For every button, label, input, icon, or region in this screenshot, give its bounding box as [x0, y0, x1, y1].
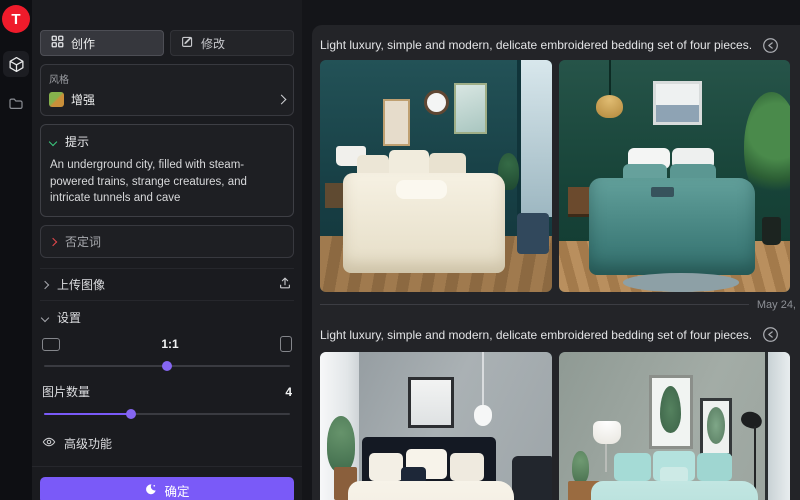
image-count-control: 图片数量 4	[40, 383, 294, 419]
image-count-label: 图片数量	[42, 383, 90, 400]
rail-item-models[interactable]	[3, 51, 29, 77]
plant	[327, 416, 355, 472]
generation-panel: 创作 修改 风格 增强 提示 An underground city, fill…	[32, 0, 302, 500]
prompt-text[interactable]: An underground city, filled with steam-p…	[50, 157, 284, 207]
generated-image-3[interactable]	[320, 352, 552, 500]
result-prompt-text: Light luxury, simple and modern, delicat…	[320, 38, 752, 52]
wall-art	[653, 81, 702, 125]
wall-art	[408, 377, 454, 428]
settings-header[interactable]: 设置	[40, 301, 294, 330]
result-prompt-row: Light luxury, simple and modern, delicat…	[320, 30, 790, 60]
pendant-lamp	[596, 95, 624, 118]
chevron-right-icon	[277, 95, 287, 105]
portrait-icon[interactable]	[280, 336, 292, 352]
table-lamp	[593, 421, 621, 444]
rail-item-assets[interactable]	[3, 91, 29, 117]
image-grid	[320, 352, 790, 500]
slider-thumb[interactable]	[126, 409, 136, 419]
edit-icon	[181, 35, 194, 51]
app-rail: T	[0, 0, 32, 500]
results-card: Light luxury, simple and modern, delicat…	[312, 25, 800, 500]
chair	[512, 456, 551, 500]
chevron-down-icon	[49, 137, 57, 145]
upload-image-row[interactable]: 上传图像	[40, 268, 294, 301]
confirm-label: 确定	[164, 481, 189, 500]
divider	[320, 304, 749, 305]
bed	[591, 481, 758, 500]
generated-image-1[interactable]	[320, 60, 552, 292]
reuse-prompt-icon[interactable]	[762, 37, 779, 54]
negative-section[interactable]: 否定词	[40, 225, 294, 258]
eye-icon	[42, 435, 56, 452]
image-count-value: 4	[285, 385, 292, 399]
wall-art	[383, 99, 411, 145]
advanced-features-row[interactable]: 高级功能	[40, 435, 294, 452]
wall-art	[454, 83, 486, 134]
upload-icon[interactable]	[278, 276, 292, 293]
plant	[572, 451, 588, 483]
advanced-features-label: 高级功能	[64, 435, 112, 452]
pendant-lamp	[474, 405, 493, 426]
tab-modify[interactable]: 修改	[170, 30, 294, 56]
chevron-right-icon	[49, 237, 57, 245]
window	[517, 60, 552, 217]
generated-image-4[interactable]	[559, 352, 791, 500]
armchair	[517, 213, 549, 255]
date-divider-row: May 24,	[320, 292, 796, 318]
landscape-icon[interactable]	[42, 338, 60, 351]
tab-create-label: 创作	[71, 35, 95, 52]
brand-letter: T	[11, 11, 20, 28]
reuse-prompt-icon[interactable]	[762, 326, 779, 343]
style-selector[interactable]: 风格 增强	[40, 64, 294, 116]
image-grid	[320, 60, 790, 292]
divider	[32, 466, 302, 467]
chevron-down-icon	[41, 313, 49, 321]
prompt-label: 提示	[65, 133, 89, 150]
aspect-ratio-control: 1:1	[40, 330, 294, 373]
results-area: Light luxury, simple and modern, delicat…	[302, 0, 800, 500]
confirm-button[interactable]: 确定	[40, 477, 294, 500]
tab-modify-label: 修改	[201, 35, 225, 52]
style-thumbnail	[49, 92, 64, 107]
result-prompt-row: Light luxury, simple and modern, delicat…	[320, 318, 790, 352]
bed	[348, 481, 515, 500]
prompt-section[interactable]: 提示 An underground city, filled with stea…	[40, 124, 294, 217]
settings-label: 设置	[57, 309, 81, 326]
image-count-slider[interactable]	[42, 409, 292, 419]
app-root: { "brand": { "letter": "T" }, "left_pane…	[0, 0, 800, 500]
brand-logo[interactable]: T	[2, 5, 30, 33]
cube-icon	[8, 56, 25, 73]
style-value: 增强	[71, 91, 271, 108]
style-label: 风格	[49, 71, 285, 86]
moon-icon	[144, 483, 157, 499]
mode-tabs: 创作 修改	[40, 30, 294, 56]
grid-icon	[51, 35, 64, 51]
aspect-ratio-slider[interactable]	[42, 361, 292, 371]
slider-thumb[interactable]	[162, 361, 172, 371]
generated-image-2[interactable]	[559, 60, 791, 292]
negative-label: 否定词	[65, 233, 101, 250]
upload-label: 上传图像	[57, 276, 105, 293]
window	[765, 352, 790, 500]
chevron-right-icon	[41, 280, 49, 288]
tab-create[interactable]: 创作	[40, 30, 164, 56]
result-prompt-text: Light luxury, simple and modern, delicat…	[320, 328, 752, 342]
folder-icon	[8, 96, 24, 112]
result-date: May 24,	[757, 299, 796, 311]
aspect-ratio-value: 1:1	[60, 337, 280, 351]
